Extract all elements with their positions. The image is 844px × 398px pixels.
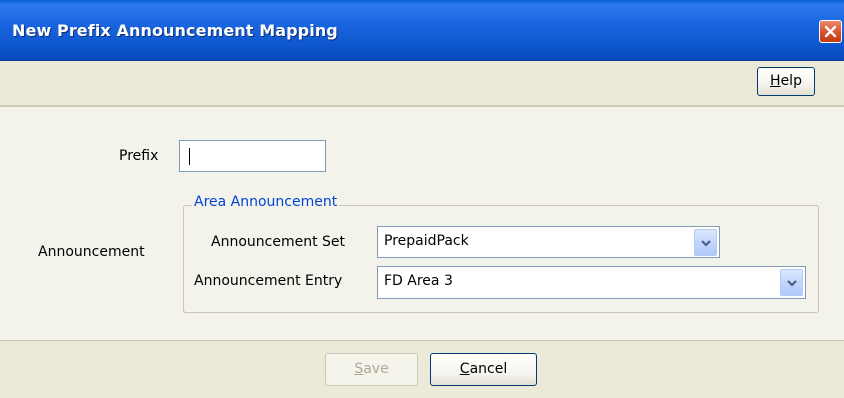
save-mnemonic: S bbox=[354, 361, 364, 377]
announcement-set-dropdown-button[interactable] bbox=[694, 229, 717, 256]
announcement-set-label: Announcement Set bbox=[211, 234, 345, 250]
close-button[interactable] bbox=[819, 20, 842, 43]
toolbar bbox=[0, 61, 844, 106]
save-button[interactable]: Save bbox=[325, 353, 418, 386]
text-caret bbox=[189, 148, 190, 165]
cancel-mnemonic: C bbox=[459, 361, 470, 377]
help-label-rest: elp bbox=[780, 73, 802, 89]
title-bar[interactable]: New Prefix Announcement Mapping bbox=[0, 0, 844, 61]
announcement-entry-select[interactable]: FD Area 3 bbox=[377, 266, 806, 299]
chevron-down-icon bbox=[787, 280, 797, 287]
prefix-label: Prefix bbox=[119, 148, 159, 164]
announcement-label: Announcement bbox=[38, 244, 145, 260]
save-label-rest: ave bbox=[363, 361, 389, 377]
close-icon bbox=[824, 25, 837, 38]
announcement-set-select[interactable]: PrepaidPack bbox=[377, 226, 720, 258]
announcement-entry-label: Announcement Entry bbox=[194, 273, 343, 289]
announcement-entry-dropdown-button[interactable] bbox=[780, 269, 803, 296]
window-title: New Prefix Announcement Mapping bbox=[12, 21, 338, 40]
announcement-set-value: PrepaidPack bbox=[384, 233, 469, 249]
chevron-down-icon bbox=[701, 240, 711, 247]
help-button[interactable]: Help bbox=[757, 67, 815, 96]
dialog-window: New Prefix Announcement Mapping Help Pre… bbox=[0, 0, 844, 398]
cancel-button[interactable]: Cancel bbox=[430, 353, 537, 386]
cancel-label-rest: ancel bbox=[469, 361, 508, 377]
group-legend: Area Announcement bbox=[192, 194, 340, 210]
announcement-entry-value: FD Area 3 bbox=[384, 273, 453, 289]
help-mnemonic: H bbox=[770, 73, 781, 89]
prefix-input[interactable] bbox=[179, 140, 326, 172]
